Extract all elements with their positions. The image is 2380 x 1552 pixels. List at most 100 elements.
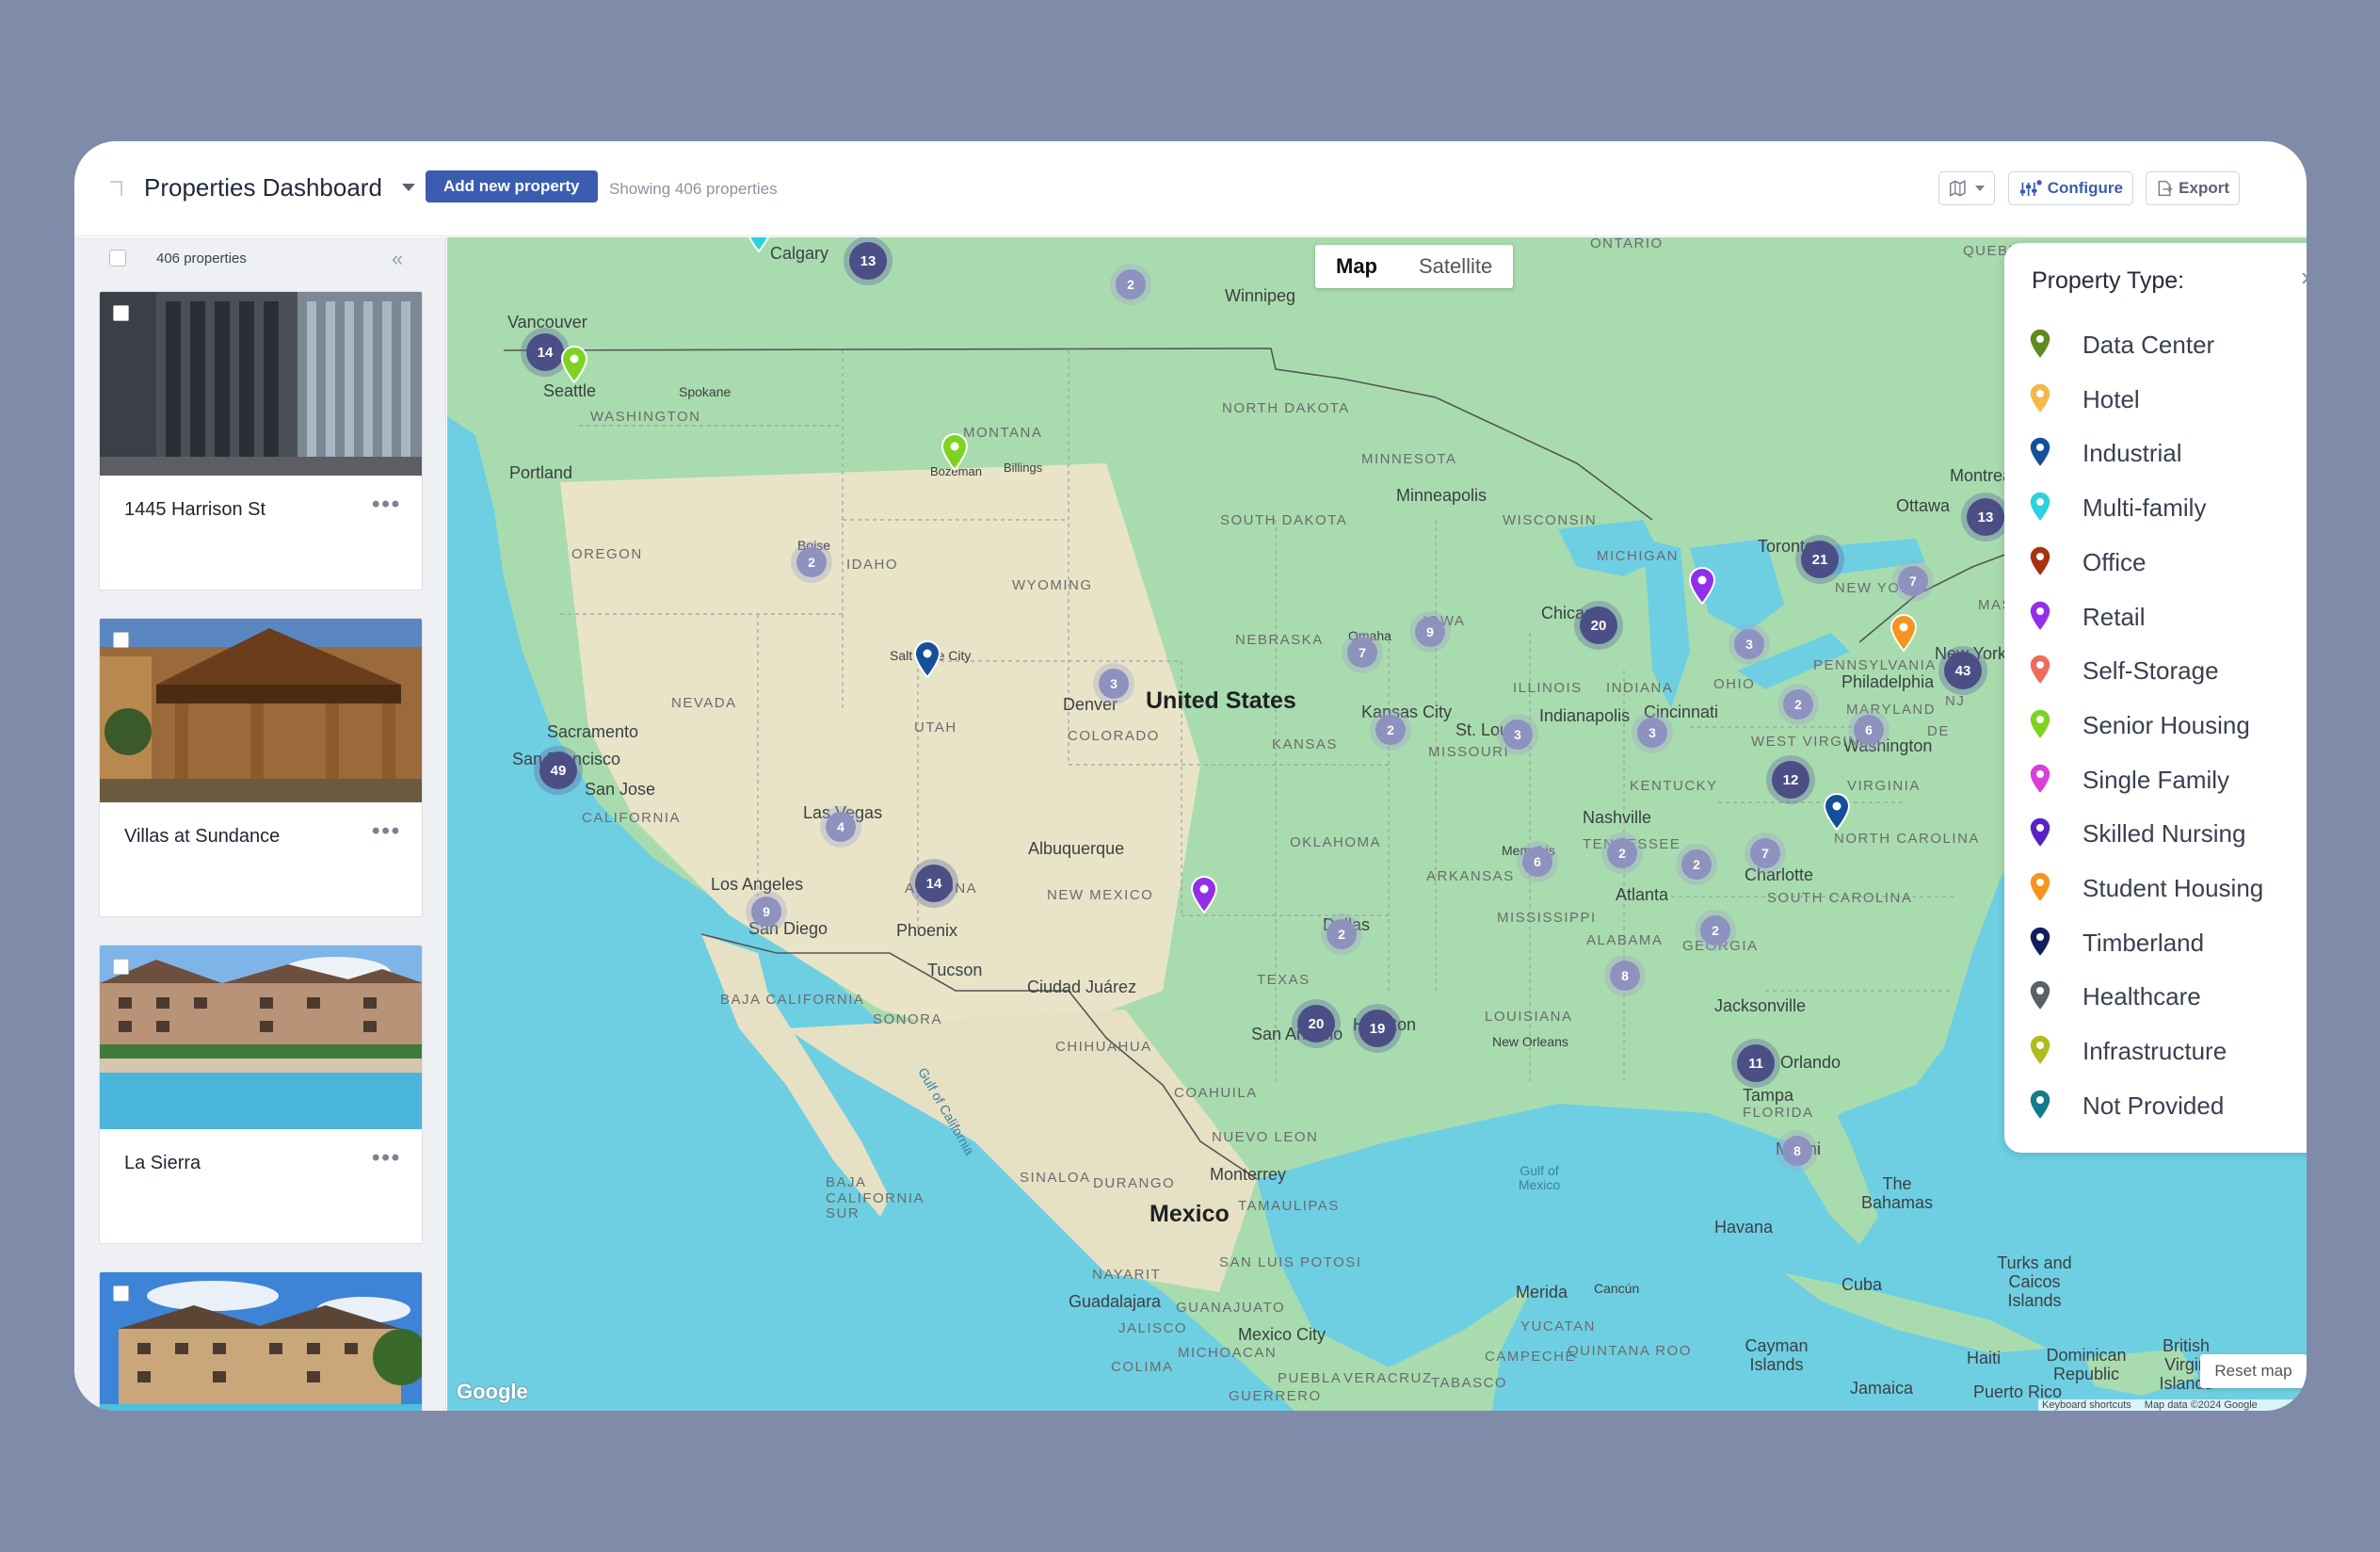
map-cluster[interactable]: 3 [1734,629,1764,659]
map-cluster[interactable]: 14 [915,865,953,902]
map-label: ILLINOIS [1513,680,1583,696]
map-cluster[interactable]: 20 [1580,606,1617,644]
legend-item[interactable]: Infrastructure2 [2028,1025,2307,1077]
map-cluster[interactable]: 2 [1681,849,1712,880]
map-pin-icon [2029,979,2051,1012]
property-card[interactable]: La Sierra ••• [99,945,423,1244]
map-label: Albuquerque [1028,839,1125,858]
map-cluster[interactable]: 20 [1297,1005,1335,1043]
legend-item[interactable]: Single Family2 [2028,753,2307,806]
legend-item[interactable]: Healthcare2 [2028,970,2307,1023]
map-attribution: Keyboard shortcuts Map data ©2024 Google [2038,1399,2307,1411]
map-cluster[interactable]: 9 [1415,617,1445,647]
map-label: NJ [1945,693,1966,709]
map-cluster[interactable]: 2 [1783,689,1813,719]
map-label: SINALOA [1020,1170,1091,1186]
map-cluster[interactable]: 9 [751,897,781,927]
map-cluster[interactable]: 2 [1700,915,1730,946]
senior-housing-pin-icon[interactable] [940,433,970,471]
chevron-down-icon [1975,186,1985,191]
map-cluster[interactable]: 8 [1610,961,1640,991]
retail-pin-icon[interactable] [1687,567,1717,605]
map-cluster[interactable]: 3 [1503,719,1533,750]
legend-item[interactable]: Timberland7 [2028,916,2307,969]
map-cluster[interactable]: 7 [1750,838,1780,868]
map-label: San Jose [585,780,656,799]
map-cluster[interactable]: 49 [539,752,577,789]
card-checkbox[interactable] [113,959,129,975]
map-cluster[interactable]: 7 [1347,638,1377,668]
map-cluster[interactable]: 11 [1737,1044,1775,1082]
page-title[interactable]: Properties Dashboard [144,173,382,202]
map-cluster[interactable]: 2 [1116,269,1146,299]
legend-item[interactable]: Student Housing38 [2028,862,2307,914]
property-card[interactable]: 1445 Harrison St ••• [99,291,423,590]
card-checkbox[interactable] [113,1285,129,1301]
property-list-sidebar: 406 properties « 1445 Harrison St ••• Vi… [74,237,446,1411]
card-checkbox[interactable] [113,305,129,321]
more-options-icon[interactable]: ••• [372,818,401,845]
add-property-button[interactable]: Add new property [426,170,598,202]
map-cluster[interactable]: 2 [1607,838,1637,868]
map-view-dropdown[interactable] [1938,171,1995,205]
multi-family-pin-icon[interactable] [744,237,774,252]
map-cluster[interactable]: 43 [1944,652,1982,689]
map-cluster[interactable]: 7 [1898,566,1928,596]
senior-housing-pin-icon[interactable] [559,346,589,383]
map-cluster[interactable]: 3 [1099,669,1129,699]
map-label: BAJA CALIFORNIA [720,992,865,1008]
more-options-icon[interactable]: ••• [372,492,401,518]
legend-item[interactable]: Senior Housing27 [2028,699,2307,752]
map-type-satellite-button[interactable]: Satellite [1398,245,1513,288]
export-button[interactable]: Export [2146,171,2240,205]
map-cluster[interactable]: 21 [1801,541,1839,578]
map-type-map-button[interactable]: Map [1315,245,1398,288]
map-cluster[interactable]: 2 [1327,919,1357,949]
map-label: Cuba [1841,1275,1883,1294]
map-label: NAYARIT [1092,1267,1162,1283]
legend-item[interactable]: Industrial67 [2028,427,2307,479]
retail-pin-icon[interactable] [1189,876,1219,913]
map-cluster[interactable]: 13 [1967,498,2004,536]
map-cluster[interactable]: 4 [826,812,856,842]
map-label: MONTANA [963,425,1043,441]
map-cluster[interactable]: 12 [1772,761,1809,799]
legend-item[interactable]: Office73 [2028,536,2307,589]
map-label: ALABAMA [1586,932,1664,948]
map-cluster[interactable]: 14 [526,333,564,371]
legend-item[interactable]: Data Center1 [2028,318,2307,371]
map-cluster[interactable]: 3 [1637,718,1667,748]
property-card[interactable] [99,1271,423,1411]
map-label: DURANGO [1093,1175,1176,1191]
legend-item[interactable]: Hotel33 [2028,373,2307,426]
legend-item[interactable]: Self-Storage6 [2028,644,2307,697]
map-cluster[interactable]: 2 [796,547,827,577]
more-options-icon[interactable]: ••• [372,1145,401,1172]
student-housing-pin-icon[interactable] [1889,614,1919,652]
industrial-pin-icon[interactable] [1822,793,1852,831]
map-cluster[interactable]: 19 [1359,1010,1396,1047]
legend-item[interactable]: Retail34 [2028,590,2307,643]
industrial-pin-icon[interactable] [912,640,942,678]
map-label: ONTARIO [1590,237,1664,251]
property-card[interactable]: Villas at Sundance ••• [99,618,423,917]
legend-item[interactable]: Not Provided5 [2028,1079,2307,1132]
card-checkbox[interactable] [113,632,129,648]
chevron-down-icon[interactable] [402,184,415,191]
keyboard-shortcuts-link[interactable]: Keyboard shortcuts [2042,1399,2131,1411]
property-count: 406 properties [156,251,247,267]
map-cluster[interactable]: 8 [1782,1136,1812,1166]
card-title: 1445 Harrison St [124,499,266,520]
collapse-legend-icon[interactable]: » [2301,262,2307,292]
legend-item[interactable]: Skilled Nursing5 [2028,807,2307,860]
map-cluster[interactable]: 6 [1854,715,1884,745]
legend-item[interactable]: Multi-family68 [2028,481,2307,534]
map-cluster[interactable]: 2 [1375,715,1406,745]
reset-map-button[interactable]: Reset map [2200,1354,2307,1388]
map-cluster[interactable]: 13 [849,242,887,280]
collapse-sidebar-icon[interactable]: « [392,247,403,271]
map-label: Billings [1004,461,1043,475]
configure-button[interactable]: Configure [2008,171,2133,205]
select-all-checkbox[interactable] [109,250,126,267]
map-cluster[interactable]: 6 [1522,847,1552,877]
